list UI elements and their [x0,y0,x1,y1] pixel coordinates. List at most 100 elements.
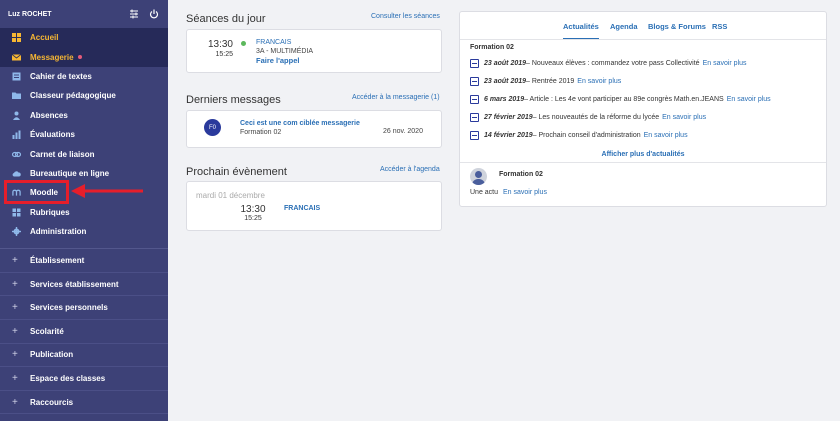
section-etablissement[interactable]: + Établissement [0,249,168,273]
sidebar-divider: + Établissement + Services établissement +… [0,248,168,415]
cloud-icon [12,169,21,178]
footer-title: Formation 02 [499,171,543,178]
plus-icon: + [12,278,18,290]
nav-rubriques[interactable]: Rubriques [0,203,168,222]
read-more-link[interactable]: En savoir plus [503,189,547,196]
event-title: Prochain évènement [186,166,287,178]
seance-info: FRANCAIS 3A - MULTIMÉDIA Faire l'appel [256,38,313,65]
divider [460,162,826,163]
tab-blogs-forums[interactable]: Blogs & Forums [648,22,706,40]
link-icon [12,150,21,159]
news-item[interactable]: 27 février 2019 – Les nouveautés de la r… [470,113,706,122]
event-end: 15:25 [244,215,262,222]
more-news-link[interactable]: Afficher plus d'actualités [460,151,826,158]
section-services-personnels[interactable]: + Services personnels [0,296,168,321]
plus-icon: + [12,325,18,337]
sidebar: Luz ROCHET Accueil Messagerie Cahier de … [0,0,168,421]
notification-badge [77,55,82,60]
folder-icon [12,91,21,100]
news-date: 23 août 2019 [484,60,527,67]
news-date: 6 mars 2019 [484,96,525,103]
plus-icon: + [12,373,18,385]
article-icon [470,113,479,122]
news-text: – Article : Les 4e vont participer au 89… [524,96,724,103]
news-text: – Nouveaux élèves : commandez votre pass… [526,60,700,67]
seances-link[interactable]: Consulter les séances [371,13,440,20]
tab-actualites[interactable]: Actualités [563,22,599,40]
person-icon [12,111,21,120]
book-icon [12,72,21,81]
nav-messagerie[interactable]: Messagerie [0,47,168,67]
section-scolarite[interactable]: + Scolarité [0,320,168,344]
avatar: F0 [204,119,221,136]
tab-agenda[interactable]: Agenda [610,22,638,40]
user-name[interactable]: Luz ROCHET [8,11,120,18]
section-espace-des-classes[interactable]: + Espace des classes [0,367,168,391]
read-more-link[interactable]: En savoir plus [703,60,747,67]
news-text: – Prochain conseil d'administration [532,132,641,139]
nav-carnet-de-liaison[interactable]: Carnet de liaison [0,144,168,163]
footer-line: Une actu En savoir plus [470,189,547,196]
news-item[interactable]: 6 mars 2019 – Article : Les 4e vont part… [470,95,771,104]
nav-label: Rubriques [30,207,70,217]
section-publication[interactable]: + Publication [0,344,168,368]
tab-rss[interactable]: RSS [712,22,727,40]
nav-classeur-pedagogique[interactable]: Classeur pédagogique [0,86,168,105]
event-date: mardi 01 décembre [196,191,265,200]
highlight-box [4,180,69,204]
news-item[interactable]: 23 août 2019 – Nouveaux élèves : command… [470,59,747,68]
seances-title: Séances du jour [186,13,266,25]
messages-link[interactable]: Accéder à la messagerie (1) [352,94,440,101]
mail-icon [12,53,21,62]
nav-label: Administration [30,227,87,237]
article-icon [470,77,479,86]
nav-label: Absences [30,110,68,120]
news-item[interactable]: 23 août 2019 – Rentrée 2019 En savoir pl… [470,77,621,86]
news-date: 14 février 2019 [484,132,533,139]
event-start: 13:30 [240,204,266,215]
article-icon [470,131,479,140]
seance-class: 3A - MULTIMÉDIA [256,48,314,55]
nav-accueil[interactable]: Accueil [0,28,168,48]
nav-cahier-de-textes[interactable]: Cahier de textes [0,67,168,86]
seance-start: 13:30 [207,39,233,50]
message-card[interactable]: F0 Ceci est une com ciblée messagerie Fo… [186,110,442,148]
gear-icon [12,227,21,237]
seance-subject[interactable]: FRANCAIS [256,38,313,47]
agenda-link[interactable]: Accéder à l'agenda [380,166,440,173]
nav-label: Classeur pédagogique [30,91,116,101]
event-subject[interactable]: FRANCAIS [284,205,320,212]
event-card[interactable]: mardi 01 décembre 13:30 15:25 FRANCAIS [186,181,442,231]
sliders-icon[interactable] [128,8,140,20]
power-icon[interactable] [148,8,160,20]
read-more-link[interactable]: En savoir plus [727,96,771,103]
messages-title: Derniers messages [186,94,281,106]
news-tabs: Actualités Agenda Blogs & Forums RSS [460,22,826,40]
appel-link[interactable]: Faire l'appel [256,56,313,65]
read-more-link[interactable]: En savoir plus [577,78,621,85]
dashboard-icon [12,208,21,217]
section-raccourcis[interactable]: + Raccourcis [0,391,168,415]
section-label: Scolarité [30,326,64,336]
seance-card[interactable]: 13:30 15:25 FRANCAIS 3A - MULTIMÉDIA Fai… [186,29,442,73]
nav-absences[interactable]: Absences [0,106,168,125]
nav-label: Messagerie [30,52,74,62]
sidebar-header: Luz ROCHET [0,0,168,28]
section-services-etablissement[interactable]: + Services établissement [0,273,168,297]
read-more-link[interactable]: En savoir plus [644,132,688,139]
nav-administration[interactable]: Administration [0,222,168,241]
status-dot [241,41,246,46]
read-more-link[interactable]: En savoir plus [662,114,706,121]
nav-label: Bureautique en ligne [30,168,110,178]
news-date: 23 août 2019 [484,78,527,85]
news-text: – Les nouveautés de la réforme du lycée [532,114,660,121]
article-icon [470,95,479,104]
nav-label: Carnet de liaison [30,149,95,159]
chart-icon [12,130,21,140]
arrow-icon [71,184,143,198]
message-date: 26 nov. 2020 [383,128,423,135]
seance-time: 13:30 15:25 [205,39,233,58]
message-subject[interactable]: Ceci est une com ciblée messagerie [240,119,360,128]
nav-evaluations[interactable]: Évaluations [0,125,168,144]
news-item[interactable]: 14 février 2019 – Prochain conseil d'adm… [470,131,688,140]
